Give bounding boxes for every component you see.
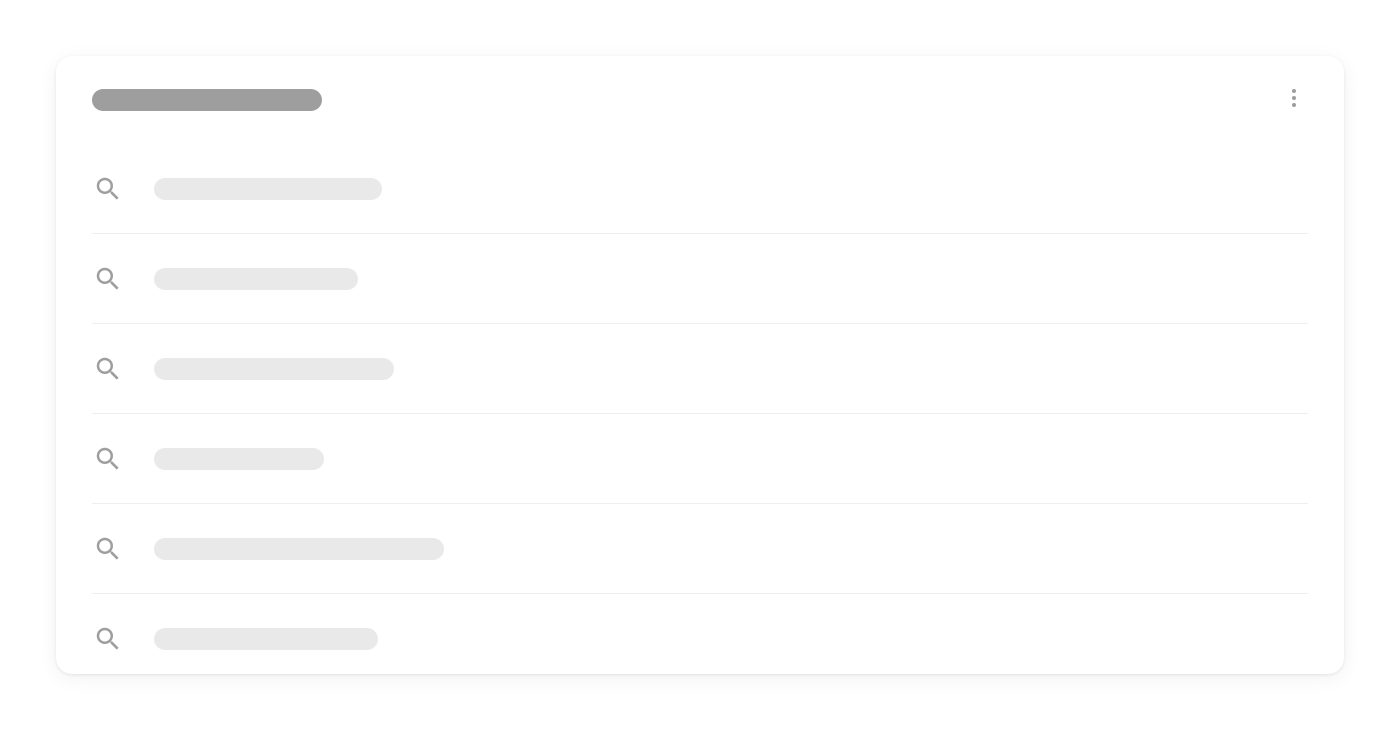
search-suggestion-item[interactable] xyxy=(92,504,1308,594)
suggestion-text-placeholder xyxy=(154,448,324,470)
search-icon xyxy=(92,443,124,475)
suggestion-text-placeholder xyxy=(154,628,378,650)
search-icon xyxy=(92,623,124,655)
card-header xyxy=(56,56,1344,144)
related-searches-card xyxy=(56,56,1344,674)
search-icon xyxy=(92,263,124,295)
search-suggestion-item[interactable] xyxy=(92,144,1308,234)
more-vertical-icon xyxy=(1282,86,1306,110)
card-title-placeholder xyxy=(92,89,322,111)
suggestion-text-placeholder xyxy=(154,538,444,560)
search-icon xyxy=(92,533,124,565)
search-suggestion-item[interactable] xyxy=(92,324,1308,414)
suggestion-text-placeholder xyxy=(154,358,394,380)
more-options-button[interactable] xyxy=(1274,78,1314,118)
suggestion-text-placeholder xyxy=(154,178,382,200)
search-suggestions-list xyxy=(56,144,1344,674)
search-suggestion-item[interactable] xyxy=(92,414,1308,504)
search-suggestion-item[interactable] xyxy=(92,234,1308,324)
search-icon xyxy=(92,173,124,205)
search-icon xyxy=(92,353,124,385)
suggestion-text-placeholder xyxy=(154,268,358,290)
search-suggestion-item[interactable] xyxy=(92,594,1308,674)
